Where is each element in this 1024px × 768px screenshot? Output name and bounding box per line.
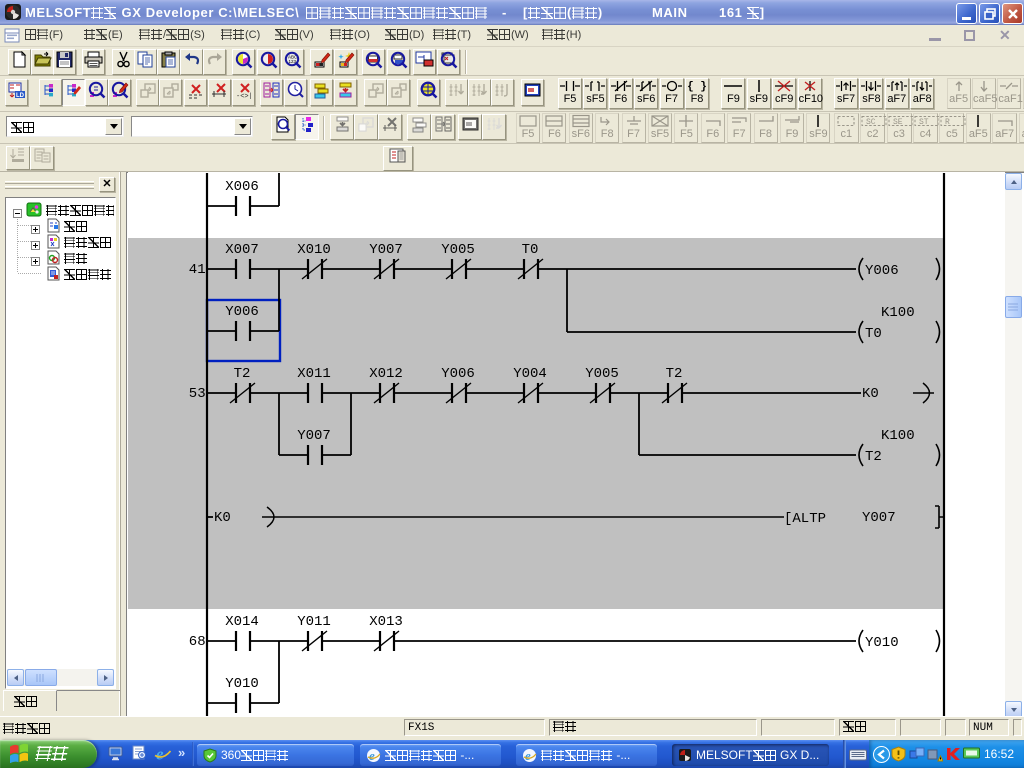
svg-text:K0: K0 (214, 510, 231, 526)
svg-text:e: e (525, 748, 531, 763)
svg-text:Y010: Y010 (225, 676, 259, 692)
svg-text:[ALTP: [ALTP (784, 511, 826, 527)
svg-text:Y006: Y006 (441, 366, 475, 382)
svg-text:Y004: Y004 (513, 366, 547, 382)
svg-text:SC: SC (866, 118, 876, 127)
svg-text:e: e (369, 748, 375, 763)
svg-text:K100: K100 (881, 305, 915, 321)
svg-text:R: R (945, 118, 950, 127)
svg-text:Y007: Y007 (862, 510, 896, 526)
svg-text:Y006: Y006 (225, 304, 259, 320)
svg-text:Y007: Y007 (369, 242, 403, 258)
svg-text:T2: T2 (666, 366, 683, 382)
svg-text:K100: K100 (881, 428, 915, 444)
svg-text:T2: T2 (234, 366, 251, 382)
svg-text:X012: X012 (369, 366, 403, 382)
svg-text:T2: T2 (865, 449, 882, 465)
svg-text:Y011: Y011 (297, 614, 331, 630)
svg-text:T0: T0 (865, 326, 882, 342)
svg-text:Y005: Y005 (585, 366, 619, 382)
svg-text:41: 41 (189, 262, 206, 278)
svg-text:68: 68 (189, 634, 206, 650)
svg-text:X007: X007 (225, 242, 259, 258)
svg-text:-<>|: -<>| (236, 93, 252, 99)
svg-text:X011: X011 (297, 366, 331, 382)
svg-text:Y007: Y007 (297, 428, 331, 444)
svg-text:SE: SE (893, 118, 903, 127)
svg-text:ST: ST (919, 118, 929, 127)
svg-text:X013: X013 (369, 614, 403, 630)
svg-text:Y006: Y006 (865, 263, 899, 279)
svg-text:e: e (156, 746, 164, 762)
svg-text:K0: K0 (862, 386, 879, 402)
svg-text:T0: T0 (522, 242, 539, 258)
svg-text:LD: LD (16, 93, 25, 99)
svg-text:X014: X014 (225, 614, 259, 630)
svg-text:53: 53 (189, 386, 206, 402)
svg-text:X010: X010 (297, 242, 331, 258)
svg-text:X006: X006 (225, 179, 259, 195)
svg-text:Y005: Y005 (441, 242, 475, 258)
svg-text:Y010: Y010 (865, 635, 899, 651)
